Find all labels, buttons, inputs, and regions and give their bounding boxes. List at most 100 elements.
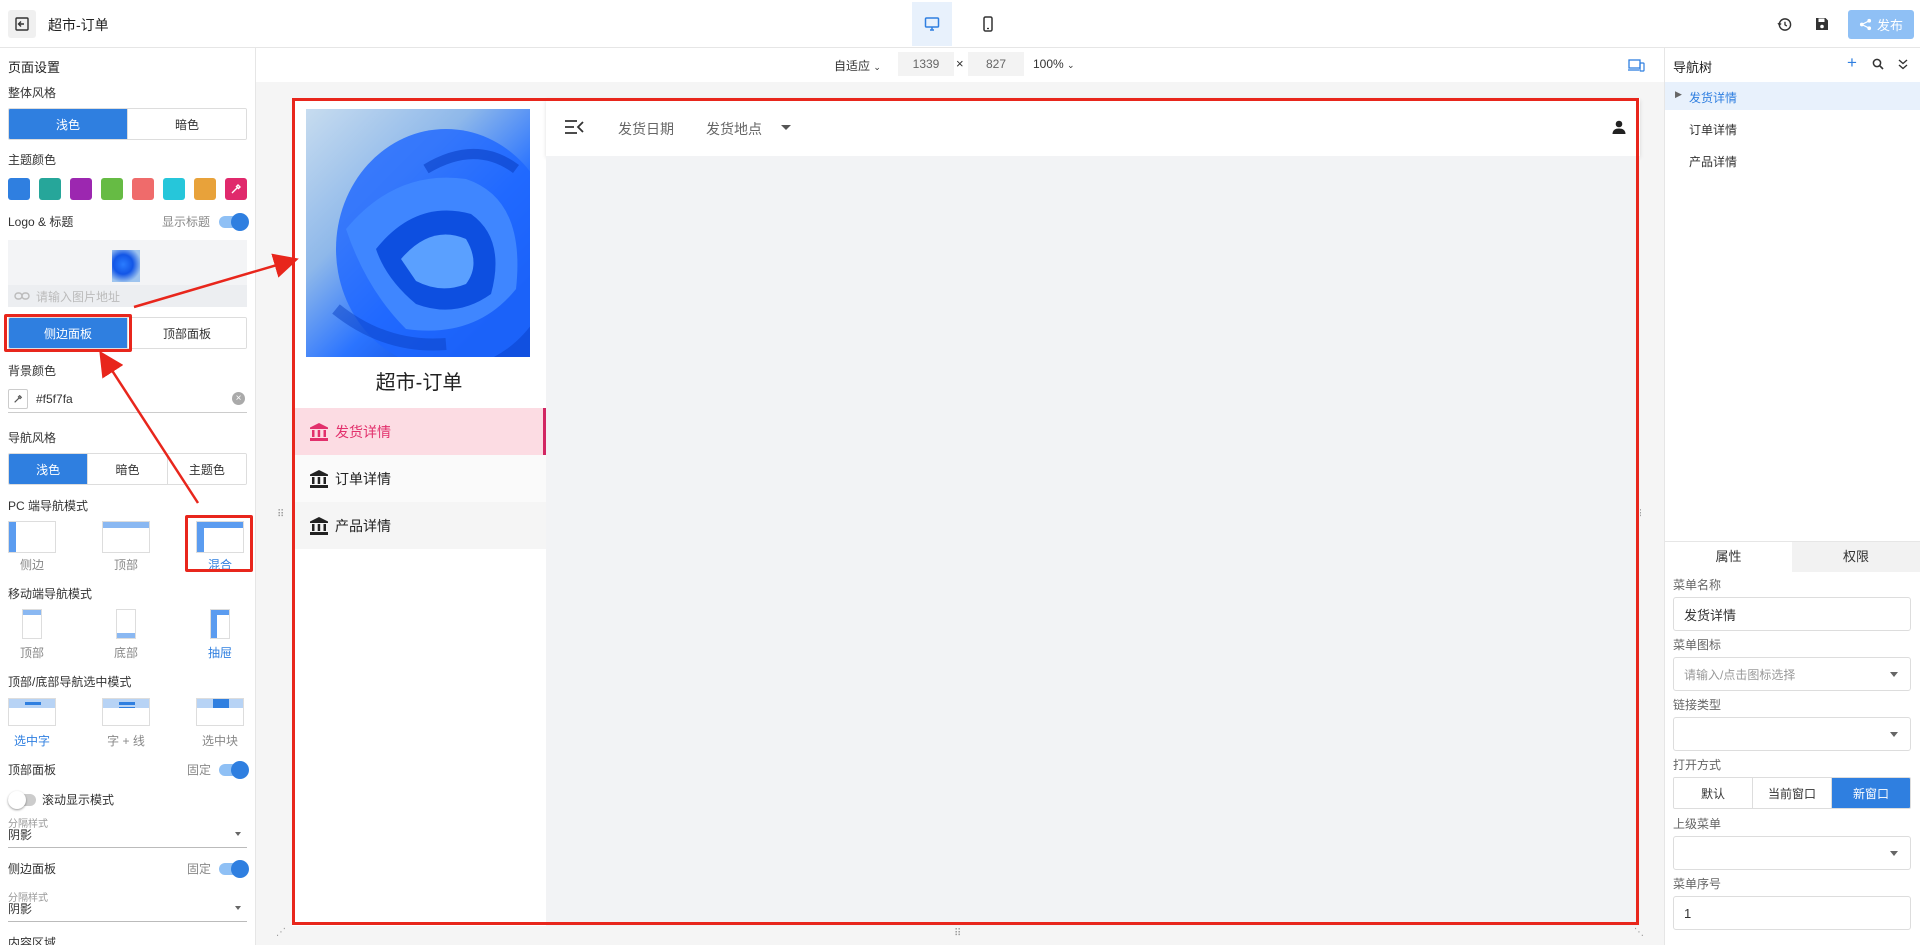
- scroll-display-toggle[interactable]: [8, 791, 36, 809]
- side-panel-fixed-toggle[interactable]: [219, 860, 249, 878]
- overall-style-label: 整体风格: [8, 86, 57, 100]
- preview-side-nav: 超市-订单 发货详情 订单详情 产品详情: [292, 98, 546, 926]
- preview-app-title: 超市-订单: [375, 372, 463, 394]
- link-icon: [14, 292, 30, 300]
- select-mode-line-thumb[interactable]: [102, 698, 150, 726]
- menu-order-input[interactable]: 1: [1673, 896, 1911, 930]
- resize-corner-icon[interactable]: ⋰: [276, 927, 286, 938]
- collapse-all-icon[interactable]: [1898, 58, 1908, 70]
- top-panel-option[interactable]: 顶部面板: [128, 318, 246, 348]
- mobile-mode-top-thumb[interactable]: [22, 609, 42, 639]
- add-icon[interactable]: +: [1847, 53, 1857, 73]
- style-option-light[interactable]: 浅色: [9, 109, 128, 139]
- top-panel-fixed-toggle[interactable]: [219, 761, 249, 779]
- clear-icon[interactable]: ×: [232, 392, 245, 405]
- tree-item-2[interactable]: 产品详情: [1665, 146, 1920, 174]
- desktop-view-button[interactable]: [912, 2, 952, 46]
- open-mode-label: 打开方式: [1673, 758, 1722, 772]
- open-mode-new[interactable]: 新窗口: [1832, 778, 1910, 808]
- tab-properties[interactable]: 属性: [1665, 542, 1792, 572]
- publish-button[interactable]: 发布: [1848, 10, 1914, 39]
- theme-swatch-purple[interactable]: [70, 178, 92, 200]
- divider-style-select-2[interactable]: 阴影: [8, 900, 247, 922]
- publish-label: 发布: [1876, 18, 1903, 33]
- style-option-dark[interactable]: 暗色: [128, 109, 246, 139]
- top-panel-fixed-label: 固定: [187, 763, 212, 777]
- divider-style-select[interactable]: 阴影: [8, 826, 247, 848]
- drag-handle-icon[interactable]: ⠿: [277, 509, 284, 520]
- mobile-view-button[interactable]: [968, 2, 1008, 46]
- theme-swatch-teal[interactable]: [39, 178, 61, 200]
- pc-mode-side-thumb[interactable]: [8, 521, 56, 553]
- select-mode-block-thumb[interactable]: [196, 698, 244, 726]
- pc-mode-top-thumb[interactable]: [102, 521, 150, 553]
- zoom-dropdown[interactable]: 100% ⌄: [1033, 57, 1075, 71]
- tree-item-label-0: 发货详情: [1689, 91, 1738, 105]
- bank-icon: [310, 422, 328, 441]
- fit-dropdown[interactable]: 自适应 ⌄: [834, 57, 881, 74]
- tree-item-1[interactable]: 订单详情: [1665, 114, 1920, 142]
- logo-title-label: Logo & 标题: [8, 215, 74, 229]
- history-button[interactable]: [1772, 12, 1796, 36]
- chevron-down-icon: [235, 906, 241, 910]
- chevron-down-icon: [1890, 732, 1898, 737]
- image-url-input[interactable]: 请输入图片地址: [8, 285, 247, 307]
- menu-order-label: 菜单序号: [1673, 877, 1722, 891]
- mobile-mode-top-label: 顶部: [19, 646, 44, 660]
- canvas-toolbar: 自适应 ⌄ 1339 × 827 100% ⌄: [256, 48, 1664, 82]
- app-preview: 超市-订单 发货详情 订单详情 产品详情 发货日期 发货地点: [292, 98, 1640, 926]
- drag-handle-icon[interactable]: ⠿: [954, 928, 961, 939]
- caret-right-icon: ▶: [1675, 89, 1682, 99]
- resize-corner-icon[interactable]: ⋱: [1634, 927, 1644, 938]
- mobile-mode-bottom-thumb[interactable]: [116, 609, 136, 639]
- height-input[interactable]: 827: [968, 52, 1024, 76]
- preview-top-nav-1[interactable]: 发货地点: [706, 119, 762, 139]
- bg-color-field[interactable]: #f5f7fa ×: [8, 385, 247, 413]
- nav-style-dark[interactable]: 暗色: [88, 454, 168, 484]
- menu-name-label: 菜单名称: [1673, 578, 1722, 592]
- chevron-down-icon: [1890, 672, 1898, 677]
- theme-swatch-green[interactable]: [101, 178, 123, 200]
- nav-style-light[interactable]: 浅色: [9, 454, 89, 484]
- tab-permissions-label: 权限: [1842, 549, 1869, 564]
- mobile-mode-drawer-thumb[interactable]: [210, 609, 230, 639]
- theme-swatch-red[interactable]: [132, 178, 154, 200]
- bg-color-picker[interactable]: [8, 388, 28, 409]
- page-settings-panel: 页面设置 整体风格 浅色 暗色 主题颜色 Logo & 标题 显示标题 请输入图…: [0, 48, 256, 945]
- zoom-value: 100%: [1033, 57, 1064, 71]
- chevron-down-icon: ⌄: [1067, 60, 1075, 70]
- link-type-select[interactable]: [1673, 717, 1911, 751]
- device-frame-button[interactable]: [1626, 56, 1646, 74]
- save-button[interactable]: [1810, 12, 1834, 36]
- tree-item-label-2: 产品详情: [1689, 155, 1738, 169]
- preview-top-bar: 发货日期 发货地点: [546, 98, 1640, 156]
- theme-swatch-cyan[interactable]: [163, 178, 185, 200]
- menu-name-input[interactable]: 发货详情: [1673, 597, 1911, 631]
- custom-color-button[interactable]: [225, 178, 247, 200]
- nav-tree-title: 导航树: [1673, 60, 1713, 75]
- back-button[interactable]: [8, 10, 36, 38]
- tree-item-0[interactable]: ▶ 发货详情: [1665, 82, 1920, 110]
- theme-swatch-orange[interactable]: [194, 178, 216, 200]
- show-title-toggle[interactable]: [219, 213, 249, 231]
- open-mode-current[interactable]: 当前窗口: [1753, 778, 1832, 808]
- menu-collapse-icon[interactable]: [564, 120, 584, 134]
- user-icon[interactable]: [1612, 120, 1626, 134]
- preview-menu-item-1[interactable]: 订单详情: [292, 455, 546, 502]
- nav-style-theme[interactable]: 主题色: [167, 454, 246, 484]
- preview-menu-item-0[interactable]: 发货详情: [292, 408, 546, 455]
- theme-swatch-blue[interactable]: [8, 178, 30, 200]
- search-icon[interactable]: [1872, 58, 1884, 70]
- preview-content-area: [546, 156, 1640, 926]
- menu-icon-select[interactable]: 请输入/点击图标选择: [1673, 657, 1911, 691]
- parent-menu-select[interactable]: [1673, 836, 1911, 870]
- nav-select-mode-label: 顶部/底部导航选中模式: [8, 675, 132, 689]
- tab-permissions[interactable]: 权限: [1792, 542, 1920, 572]
- select-mode-text-thumb[interactable]: [8, 698, 56, 726]
- preview-menu-item-2[interactable]: 产品详情: [292, 502, 546, 549]
- preview-top-nav-0[interactable]: 发货日期: [618, 119, 674, 139]
- mobile-mode-drawer-label: 抽屉: [207, 646, 232, 660]
- width-input[interactable]: 1339: [898, 52, 954, 76]
- design-canvas: 自适应 ⌄ 1339 × 827 100% ⌄ ⠿ ⠿ ⠿ ⋰ ⋱: [256, 48, 1664, 945]
- open-mode-default[interactable]: 默认: [1674, 778, 1753, 808]
